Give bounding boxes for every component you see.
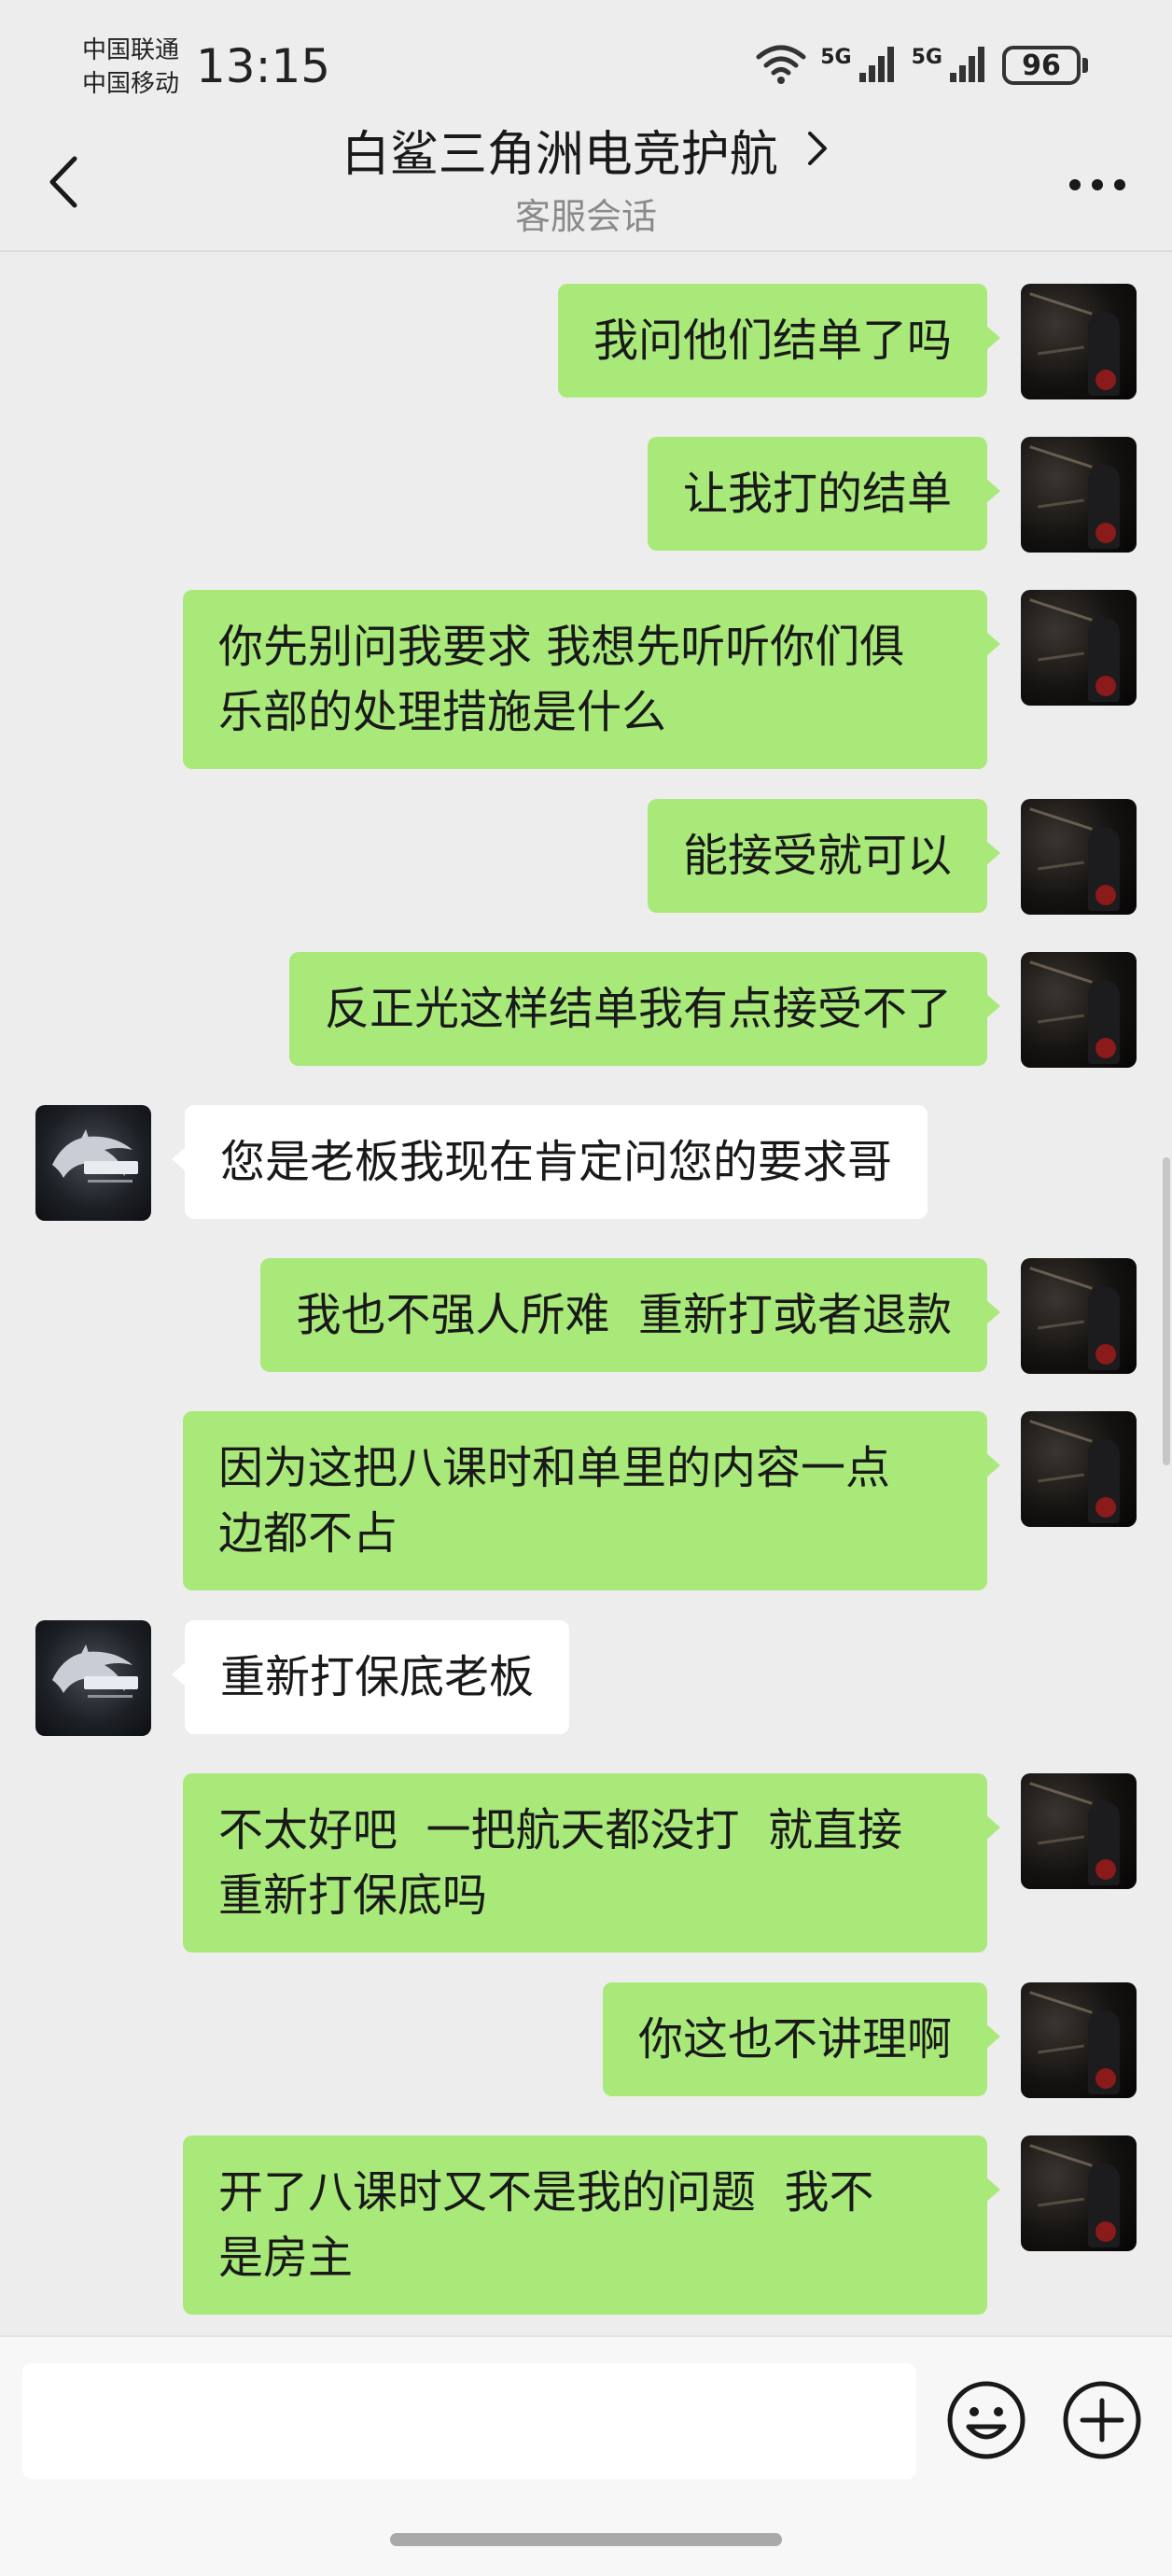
my-avatar[interactable] — [1021, 952, 1137, 1068]
message-bubble[interactable]: 你这也不讲理啊 — [602, 1982, 1001, 2096]
my-avatar[interactable] — [1021, 1982, 1137, 2098]
message-bubble[interactable]: 您是老板我现在肯定问您的要求哥 — [171, 1105, 928, 1219]
network-type-2: 5G — [911, 45, 942, 69]
message-input[interactable] — [22, 2363, 916, 2479]
chat-header: 白鲨三角洲电竞护航 客服会话 — [0, 112, 1172, 252]
message-bubble[interactable]: 开了八课时又不是我的问题 我不 是房主 — [183, 2135, 1000, 2315]
my-avatar[interactable] — [1021, 2135, 1137, 2251]
emoji-icon — [947, 2381, 1026, 2459]
carrier-info: 中国联通 中国移动 — [82, 34, 179, 101]
emoji-button[interactable] — [944, 2378, 1028, 2462]
my-avatar[interactable] — [1021, 437, 1137, 553]
more-dots-icon — [1069, 179, 1125, 190]
more-options-button[interactable] — [1060, 157, 1135, 213]
wifi-icon — [755, 42, 807, 89]
my-avatar[interactable] — [1021, 1773, 1137, 1889]
my-avatar[interactable] — [1021, 1411, 1137, 1527]
my-avatar[interactable] — [1021, 284, 1137, 399]
input-bar — [0, 2335, 1172, 2576]
my-avatar[interactable] — [1021, 1258, 1137, 1374]
plus-icon — [1063, 2381, 1141, 2459]
scrollbar[interactable] — [1163, 1157, 1170, 1465]
signal-icon — [948, 43, 989, 88]
network-type-1: 5G — [820, 45, 852, 69]
my-avatar[interactable] — [1021, 590, 1137, 706]
carrier-1: 中国联通 — [82, 36, 180, 64]
battery-cap — [1082, 58, 1088, 73]
battery-icon: 96 — [1002, 46, 1088, 85]
shark-logo-icon — [52, 1645, 138, 1698]
message-bubble[interactable]: 重新打保底老板 — [171, 1620, 570, 1734]
chat-subtitle: 客服会话 — [514, 196, 657, 237]
chat-title: 白鲨三角洲电竞护航 — [341, 127, 778, 183]
message-bubble[interactable]: 能接受就可以 — [647, 799, 1001, 913]
shark-logo-icon — [52, 1129, 138, 1183]
more-functions-button[interactable] — [1060, 2378, 1144, 2462]
service-avatar[interactable] — [35, 1620, 151, 1736]
message-bubble[interactable]: 不太好吧 一把航天都没打 就直接 重新打保底吗 — [183, 1773, 1000, 1953]
message-bubble[interactable]: 我也不强人所难 重新打或者退款 — [260, 1258, 1000, 1372]
signal-icon — [858, 43, 899, 88]
status-icons: 5G 5G 96 — [755, 37, 1088, 93]
battery-level: 96 — [1002, 46, 1081, 85]
clock: 13:15 — [196, 39, 331, 93]
carrier-2: 中国移动 — [82, 70, 180, 98]
service-avatar[interactable] — [35, 1105, 151, 1221]
my-avatar[interactable] — [1021, 799, 1137, 915]
chevron-right-icon — [802, 118, 830, 189]
message-bubble[interactable]: 我问他们结单了吗 — [557, 284, 1001, 398]
message-list[interactable]: 我问他们结单了吗 让我打的结单 你先别问我要求 我想先听听你们俱 乐部的处理措施… — [0, 252, 1172, 2335]
chat-title-row[interactable]: 白鲨三角洲电竞护航 — [0, 119, 1172, 190]
message-bubble[interactable]: 因为这把八课时和单里的内容一点 边都不占 — [183, 1411, 1000, 1590]
message-bubble[interactable]: 你先别问我要求 我想先听听你们俱 乐部的处理措施是什么 — [183, 590, 1000, 769]
home-indicator[interactable] — [390, 2533, 782, 2546]
status-bar: 中国联通 中国移动 13:15 5G 5G 96 — [0, 0, 1172, 131]
message-bubble[interactable]: 反正光这样结单我有点接受不了 — [288, 952, 1001, 1066]
message-bubble[interactable]: 让我打的结单 — [647, 437, 1001, 551]
title-area[interactable]: 白鲨三角洲电竞护航 客服会话 — [0, 119, 1172, 243]
